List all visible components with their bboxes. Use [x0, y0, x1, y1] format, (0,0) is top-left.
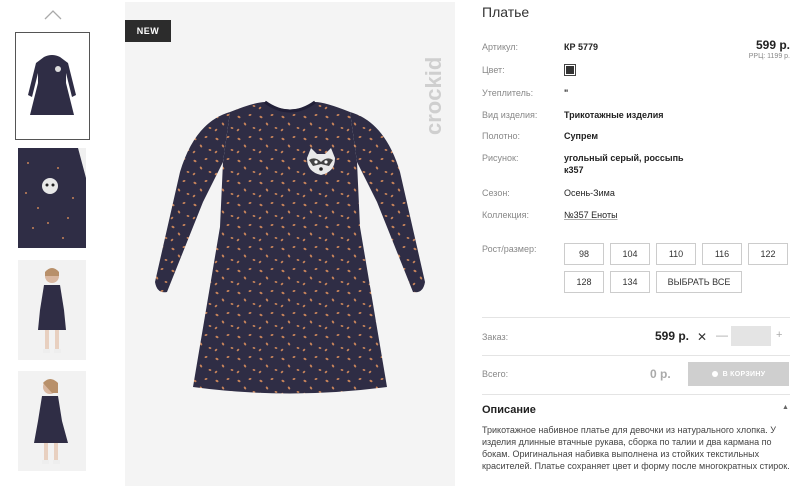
total-label: Всего:: [482, 369, 509, 379]
divider: [482, 355, 790, 356]
insulation-value: ": [564, 88, 569, 98]
order-label: Заказ:: [482, 332, 509, 342]
model-front-image: [18, 260, 86, 360]
svg-text:crockid: crockid: [421, 57, 446, 135]
print-value-line1: угольный серый, россыпь: [564, 153, 684, 163]
thumbnail-2[interactable]: [18, 148, 86, 248]
fabric-label: Полотно:: [482, 131, 521, 141]
insulation-label: Утеплитель:: [482, 88, 534, 98]
size-option-98[interactable]: 98: [564, 243, 604, 265]
divider: [482, 394, 790, 395]
color-swatch[interactable]: [564, 64, 576, 76]
color-label: Цвет:: [482, 65, 505, 75]
decrease-quantity-button[interactable]: —: [716, 328, 728, 342]
divider: [482, 317, 790, 318]
add-to-cart-button[interactable]: В КОРЗИНУ: [688, 362, 789, 386]
season-value: Осень-Зима: [564, 188, 615, 198]
thumbnail-3[interactable]: [18, 260, 86, 360]
description-text: Трикотажное набивное платье для девочки …: [482, 425, 790, 471]
cart-icon: [711, 371, 718, 377]
quantity-input[interactable]: [731, 326, 771, 346]
product-price: 599 р.: [755, 38, 790, 52]
increase-quantity-button[interactable]: +: [776, 329, 782, 341]
product-title: Платье: [482, 4, 530, 20]
close-icon[interactable]: ✕: [697, 330, 707, 344]
add-to-cart-label: В КОРЗИНУ: [722, 370, 766, 378]
dress-thumbnail-image: [16, 33, 89, 139]
size-option-122[interactable]: 122: [748, 243, 788, 265]
print-value-line2: к357: [564, 165, 584, 175]
print-label: Рисунок:: [482, 153, 519, 163]
description-title[interactable]: Описание: [482, 404, 536, 416]
main-product-image[interactable]: NEW crockid: [125, 2, 455, 486]
new-badge: NEW: [125, 20, 171, 42]
type-value: Трикотажные изделия: [564, 110, 664, 120]
brand-logo: crockid: [421, 57, 446, 135]
size-option-116[interactable]: 116: [702, 243, 742, 265]
total-price: 0 р.: [650, 367, 671, 381]
size-label: Рост/размер:: [482, 244, 537, 254]
chevron-up-icon[interactable]: ▲: [782, 404, 789, 411]
rrc-price: РРЦ: 1199 р.: [748, 53, 790, 60]
size-option-128[interactable]: 128: [564, 271, 604, 293]
select-all-sizes-button[interactable]: ВЫБРАТЬ ВСЕ: [656, 271, 742, 293]
size-option-110[interactable]: 110: [656, 243, 696, 265]
collection-label: Коллекция:: [482, 210, 530, 220]
size-option-134[interactable]: 134: [610, 271, 650, 293]
chevron-up-icon[interactable]: [44, 8, 62, 20]
dress-image: [155, 100, 425, 394]
dress-closeup-image: [18, 148, 86, 248]
fabric-value: Супрем: [564, 131, 598, 141]
order-price: 599 р.: [655, 329, 690, 343]
type-label: Вид изделия:: [482, 110, 538, 120]
model-side-image: [18, 371, 86, 471]
article-value: КР 5779: [564, 42, 599, 52]
season-label: Сезон:: [482, 188, 510, 198]
thumbnail-1[interactable]: [15, 32, 90, 140]
size-option-104[interactable]: 104: [610, 243, 650, 265]
collection-link[interactable]: №357 Еноты: [564, 210, 618, 220]
article-label: Артикул:: [482, 42, 519, 52]
thumbnail-4[interactable]: [18, 371, 86, 471]
